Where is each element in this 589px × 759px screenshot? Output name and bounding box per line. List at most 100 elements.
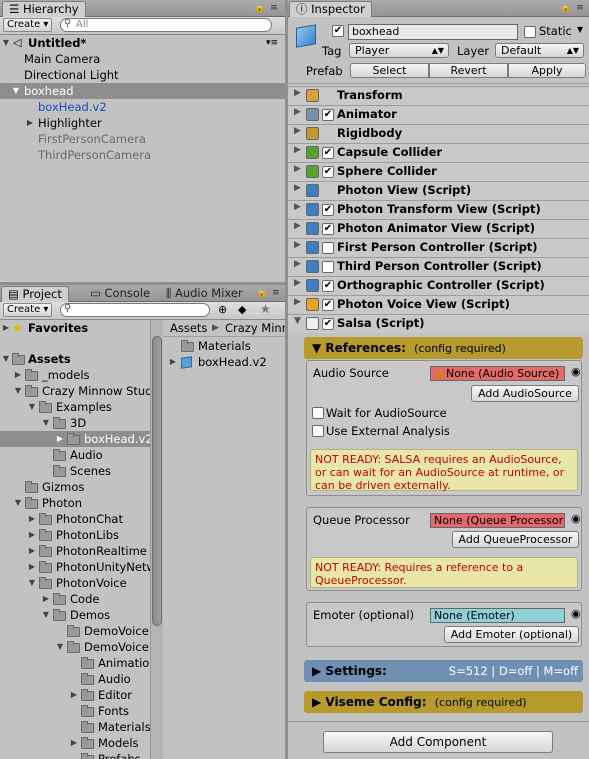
tree-item[interactable]: ▼ Demos (0, 607, 150, 623)
emoter-field[interactable]: None (Emoter) (430, 608, 565, 623)
component-header[interactable]: ▶First Person Controller (Script)⚙ (288, 238, 589, 257)
component-enabled-checkbox[interactable]: ✔ (322, 318, 334, 330)
hierarchy-item-selected[interactable]: ▼ boxhead (0, 83, 285, 99)
object-name-field[interactable]: boxhead (348, 24, 518, 40)
project-search-input[interactable] (60, 303, 210, 317)
hierarchy-item[interactable]: ▶ Highlighter (0, 115, 285, 131)
prefab-apply-button[interactable]: Apply (508, 63, 586, 78)
component-enabled-checkbox[interactable]: ✔ (322, 299, 334, 311)
static-dropdown-icon[interactable]: ▼ (577, 25, 583, 34)
expand-arrow-icon[interactable]: ▼ (1, 351, 11, 367)
foldout-arrow-icon[interactable]: ▶ (294, 202, 301, 212)
panel-menu-icon[interactable]: 🔒 ≡ (560, 3, 585, 13)
foldout-arrow-icon[interactable]: ▶ (294, 164, 301, 174)
expand-arrow-icon[interactable]: ▶ (27, 511, 37, 527)
object-picker-icon[interactable]: ◉ (571, 365, 581, 378)
component-enabled-checkbox[interactable] (322, 242, 334, 254)
tree-item[interactable]: ▶ _models (0, 367, 150, 383)
component-enabled-checkbox[interactable]: ✔ (322, 109, 334, 121)
tag-dropdown[interactable]: Player ▲▼ (349, 43, 449, 58)
component-enabled-checkbox[interactable]: ✔ (322, 223, 334, 235)
favorite-star-icon[interactable]: ★ (260, 302, 271, 316)
tab-inspector[interactable]: ⓘ Inspector (289, 1, 372, 17)
expand-arrow-icon[interactable]: ▶ (55, 431, 65, 447)
tree-item[interactable]: Audio (0, 671, 150, 687)
add-queueprocessor-button[interactable]: Add QueueProcessor (452, 531, 579, 548)
component-header[interactable]: ▶Transform⚙ (288, 86, 589, 105)
audio-source-field[interactable]: ◀ None (Audio Source) (430, 366, 565, 381)
create-button[interactable]: Create ▾ (3, 303, 53, 317)
component-header[interactable]: ▶✔Animator⚙ (288, 105, 589, 124)
component-header[interactable]: ▶Third Person Controller (Script)⚙ (288, 257, 589, 276)
tree-item[interactable]: Materials (0, 719, 150, 735)
expand-arrow-icon[interactable]: ▶ (168, 354, 178, 370)
tab-project[interactable]: ▤ Project (1, 286, 69, 302)
component-header[interactable]: ▶Rigidbody⚙ (288, 124, 589, 143)
expand-arrow-icon[interactable]: ▼ (11, 83, 21, 99)
component-header[interactable]: ▼✔Salsa (Script)⚙ (288, 314, 589, 333)
component-enabled-checkbox[interactable]: ✔ (322, 280, 334, 292)
tab-hierarchy[interactable]: ☰ Hierarchy (2, 1, 86, 17)
queue-processor-field[interactable]: None (Queue Processor) (430, 513, 565, 528)
expand-arrow-icon[interactable]: ▶ (69, 735, 79, 751)
expand-arrow-icon[interactable]: ▶ (25, 115, 35, 131)
foldout-arrow-icon[interactable]: ▶ (294, 259, 301, 269)
component-header[interactable]: ▶✔Photon Animator View (Script)⚙ (288, 219, 589, 238)
expand-arrow-icon[interactable]: ▶ (27, 543, 37, 559)
active-checkbox[interactable]: ✔ (332, 25, 344, 37)
tree-item-assets[interactable]: ▼ Assets (0, 351, 150, 367)
expand-arrow-icon[interactable]: ▼ (1, 35, 11, 51)
tree-item[interactable]: Scenes (0, 463, 150, 479)
prefab-revert-button[interactable]: Revert (429, 63, 508, 78)
external-analysis-checkbox[interactable] (312, 425, 324, 437)
tree-item[interactable]: Audio (0, 447, 150, 463)
add-audiosource-button[interactable]: Add AudioSource (471, 385, 579, 402)
foldout-arrow-icon[interactable]: ▶ (294, 145, 301, 155)
foldout-arrow-icon[interactable]: ▶ (294, 240, 301, 250)
tree-item[interactable]: ▶ Models (0, 735, 150, 751)
component-enabled-checkbox[interactable] (322, 261, 334, 273)
panel-menu-icon[interactable]: 🔒 ≡ (256, 288, 281, 298)
hierarchy-item[interactable]: Directional Light (0, 67, 285, 83)
expand-arrow-icon[interactable]: ▶ (69, 687, 79, 703)
foldout-arrow-icon[interactable]: ▼ (294, 316, 301, 326)
tree-item[interactable]: Prefabs (0, 751, 150, 759)
foldout-arrow-icon[interactable]: ▶ (294, 107, 301, 117)
hierarchy-item[interactable]: FirstPersonCamera (0, 131, 285, 147)
foldout-arrow-icon[interactable]: ▶ (294, 88, 301, 98)
object-picker-icon[interactable]: ◉ (571, 512, 581, 525)
expand-arrow-icon[interactable]: ▶ (13, 367, 23, 383)
wait-audiosource-checkbox[interactable] (312, 407, 324, 419)
tree-item[interactable]: ▶ PhotonChat (0, 511, 150, 527)
component-enabled-checkbox[interactable]: ✔ (322, 204, 334, 216)
expand-arrow-icon[interactable]: ▼ (13, 383, 23, 399)
filter-label-icon[interactable]: ◆ (238, 303, 246, 316)
expand-arrow-icon[interactable]: ▶ (1, 320, 11, 336)
tree-item[interactable]: ▼ Examples (0, 399, 150, 415)
tree-item[interactable]: ▶ PhotonUnityNetworking (0, 559, 150, 575)
tab-console[interactable]: ▭ Console (84, 286, 156, 302)
component-header[interactable]: ▶✔Sphere Collider⚙ (288, 162, 589, 181)
scrollbar-thumb[interactable] (152, 336, 162, 626)
expand-arrow-icon[interactable]: ▼ (41, 607, 51, 623)
tab-audio-mixer[interactable]: ⫼ Audio Mixer (160, 286, 249, 302)
hierarchy-item[interactable]: ThirdPersonCamera (0, 147, 285, 163)
add-component-button[interactable]: Add Component (323, 731, 553, 753)
settings-foldout[interactable]: ▶ Settings: S=512 | D=off | M=off (304, 660, 583, 682)
search-input[interactable]: All (60, 18, 272, 32)
tree-item-favorites[interactable]: ▶ ★ Favorites (0, 320, 150, 336)
tree-item[interactable]: ▼ PhotonVoice (0, 575, 150, 591)
create-button[interactable]: Create ▾ (3, 18, 53, 32)
expand-arrow-icon[interactable]: ▶ (27, 559, 37, 575)
scene-menu-icon[interactable]: ▾≡ (266, 35, 278, 51)
expand-arrow-icon[interactable]: ▶ (27, 527, 37, 543)
expand-arrow-icon[interactable]: ▼ (41, 415, 51, 431)
breadcrumb-item[interactable]: Assets (170, 320, 207, 336)
add-emoter-button[interactable]: Add Emoter (optional) (444, 626, 579, 643)
breadcrumb-item[interactable]: Crazy Minnow Studio (225, 320, 285, 336)
hierarchy-item[interactable]: boxHead.v2 (0, 99, 285, 115)
expand-arrow-icon[interactable]: ▼ (27, 575, 37, 591)
tree-item-selected[interactable]: ▶ boxHead.v2 (0, 431, 150, 447)
component-header[interactable]: ▶✔Photon Transform View (Script)⚙ (288, 200, 589, 219)
hierarchy-item[interactable]: Main Camera (0, 51, 285, 67)
